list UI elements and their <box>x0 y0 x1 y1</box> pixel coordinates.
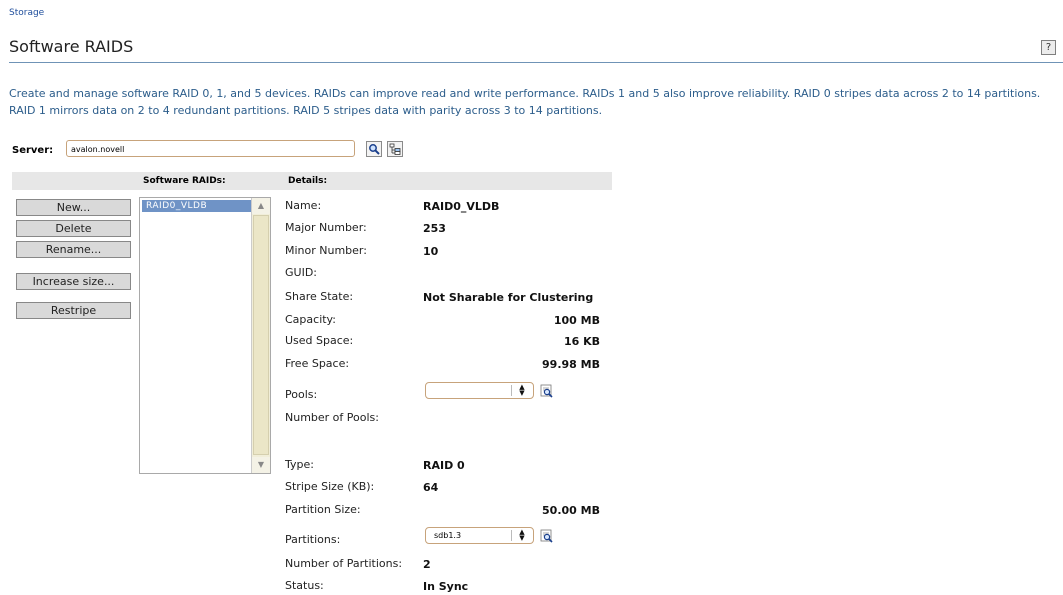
name-label: Name: <box>285 199 322 212</box>
type-value: RAID 0 <box>423 459 465 472</box>
search-server-button[interactable] <box>366 141 382 157</box>
number-of-partitions-label: Number of Partitions: <box>285 557 403 570</box>
title-divider <box>9 62 1063 63</box>
partition-details-button[interactable] <box>539 528 555 544</box>
updown-arrow-icon: ▲ ▼ <box>519 383 525 397</box>
pools-select[interactable]: ▲ ▼ <box>425 382 534 399</box>
partition-size-label: Partition Size: <box>285 503 361 516</box>
status-value: In Sync <box>423 580 469 593</box>
partitions-select-value: sdb1.3 <box>434 531 462 540</box>
stripe-size-label: Stripe Size (KB): <box>285 480 375 493</box>
minor-number-value: 10 <box>423 245 439 258</box>
used-space-value: 16 KB <box>563 335 600 348</box>
major-number-label: Major Number: <box>285 221 367 234</box>
restripe-button[interactable]: Restripe <box>16 302 131 319</box>
status-label: Status: <box>285 579 324 592</box>
server-input[interactable]: avalon.novell <box>66 140 355 157</box>
capacity-value: 100 MB <box>553 314 600 327</box>
minor-number-label: Minor Number: <box>285 244 367 257</box>
pools-label: Pools: <box>285 388 318 401</box>
type-label: Type: <box>285 458 314 471</box>
list-scrollbar[interactable]: ▲ ▼ <box>251 198 270 473</box>
share-state-value: Not Sharable for Clustering <box>423 291 594 304</box>
pool-details-button[interactable] <box>539 383 555 399</box>
delete-raid-button[interactable]: Delete <box>16 220 131 237</box>
capacity-label: Capacity: <box>285 313 336 326</box>
free-space-label: Free Space: <box>285 357 350 370</box>
scroll-up-arrow-icon[interactable]: ▲ <box>252 198 270 214</box>
major-number-value: 253 <box>423 222 446 235</box>
used-space-label: Used Space: <box>285 334 354 347</box>
partition-size-value: 50.00 MB <box>542 504 600 517</box>
guid-label: GUID: <box>285 266 317 279</box>
software-raids-header: Software RAIDs: <box>143 176 226 186</box>
properties-magnifier-icon <box>540 384 553 398</box>
browse-server-button[interactable] <box>387 141 403 157</box>
software-raids-list[interactable]: RAID0_VLDB ▲ ▼ <box>139 197 271 474</box>
server-label: Server: <box>12 145 54 156</box>
help-button[interactable]: ? <box>1041 40 1056 55</box>
column-header-bar: Software RAIDs: Details: <box>12 172 612 190</box>
free-space-value: 99.98 MB <box>542 358 600 371</box>
scroll-thumb[interactable] <box>253 215 269 455</box>
increase-size-button[interactable]: Increase size... <box>16 273 131 290</box>
page-title: Software RAIDS <box>9 37 134 56</box>
page-description: Create and manage software RAID 0, 1, an… <box>9 87 1041 117</box>
scroll-down-arrow-icon[interactable]: ▼ <box>252 457 270 473</box>
list-item[interactable]: RAID0_VLDB <box>142 200 252 212</box>
stripe-size-value: 64 <box>423 481 439 494</box>
breadcrumb-storage-link[interactable]: Storage <box>9 8 44 18</box>
partitions-select[interactable]: sdb1.3 ▲ ▼ <box>425 527 534 544</box>
magnifier-icon <box>369 144 380 155</box>
server-tree-icon <box>389 143 401 155</box>
details-header: Details: <box>288 176 328 186</box>
select-separator <box>511 530 512 541</box>
updown-arrow-icon: ▲ ▼ <box>519 528 525 542</box>
rename-raid-button[interactable]: Rename... <box>16 241 131 258</box>
select-separator <box>511 385 512 396</box>
new-raid-button[interactable]: New... <box>16 199 131 216</box>
number-of-partitions-value: 2 <box>423 558 431 571</box>
properties-magnifier-icon <box>540 529 553 543</box>
partitions-label: Partitions: <box>285 533 341 546</box>
share-state-label: Share State: <box>285 290 354 303</box>
name-value: RAID0_VLDB <box>423 200 500 213</box>
number-of-pools-label: Number of Pools: <box>285 411 379 424</box>
